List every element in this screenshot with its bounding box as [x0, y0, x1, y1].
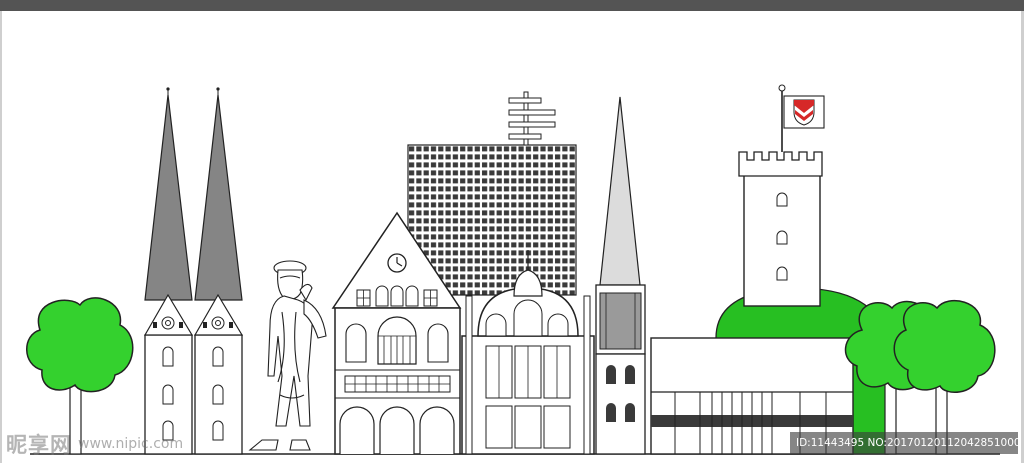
statue	[248, 260, 327, 451]
clock-icon	[387, 253, 407, 273]
twin-spire-church	[143, 87, 244, 455]
coat-of-arms-icon	[793, 99, 815, 126]
skyline-illustration: 昵享网 www.nipic.com ID:11443495 NO:2017012…	[0, 0, 1024, 463]
watermark-id: ID:11443495 NO:20170120112042851000	[790, 432, 1018, 454]
watermark-left: 昵享网 www.nipic.com	[6, 430, 183, 458]
skyline-drawing	[26, 84, 1000, 455]
watermark-logo: 昵享网	[6, 433, 72, 457]
watermark-url: www.nipic.com	[78, 436, 184, 452]
single-spire-church	[595, 96, 646, 455]
castle-tower	[738, 84, 825, 307]
office-tower	[407, 91, 577, 296]
